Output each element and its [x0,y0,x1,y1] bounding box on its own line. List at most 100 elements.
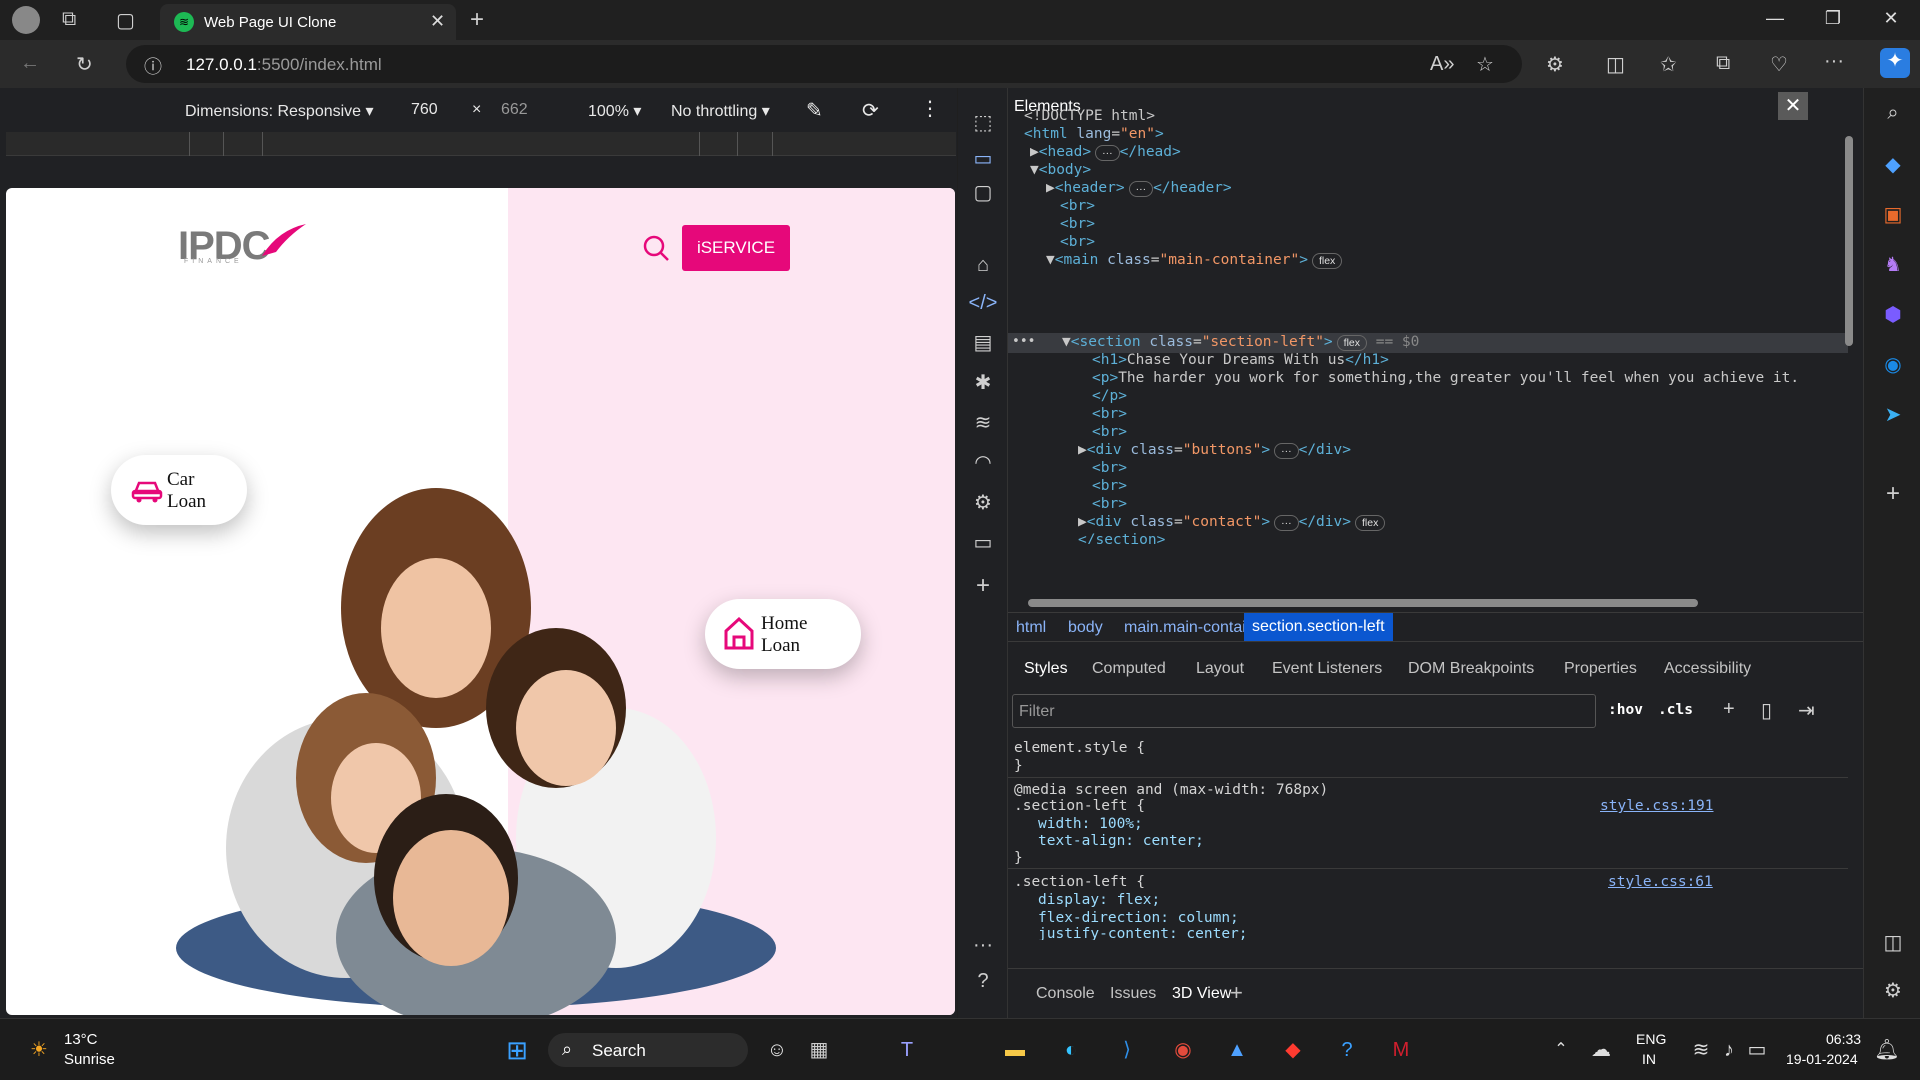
dom-contact-div[interactable]: ▶<div class="contact"> ··· </div> flex [1078,514,1386,531]
performance-icon[interactable]: ◠ [968,450,998,475]
rotate-icon[interactable]: ⟳ [862,98,879,123]
drawer-tab-3d-view[interactable]: 3D View [1172,985,1231,1003]
windows-start-icon[interactable]: ⊞ [500,1033,534,1067]
dom-body[interactable]: ▼<body> [1030,162,1091,178]
crumb-section[interactable]: section.section-left [1244,613,1393,641]
memory-chip-icon[interactable]: ⚙ [968,490,998,515]
dom-h1[interactable]: <h1>Chase Your Dreams With us</h1> [1092,352,1389,368]
dimensions-select[interactable]: Dimensions: Responsive ▾ [185,101,374,121]
css-element-style[interactable]: element.style { [1014,740,1145,756]
taskbar-explorer-icon[interactable]: ▬ [998,1033,1032,1067]
width-input[interactable]: 760 [411,101,438,119]
css-rule1-link[interactable]: style.css:191 [1600,798,1714,814]
tray-chevron-up-icon[interactable]: ⌃ [1544,1033,1578,1067]
dom-buttons-div[interactable]: ▶<div class="buttons"> ··· </div> [1078,442,1351,459]
css-rule2-link[interactable]: style.css:61 [1608,874,1713,890]
drawer-add-tab-icon[interactable]: + [1230,980,1243,1006]
tab-dom-breakpoints[interactable]: DOM Breakpoints [1408,660,1534,678]
css-prop-display[interactable]: display: flex; [1038,892,1160,908]
clock-date[interactable]: 19-01-2024 [1786,1051,1858,1067]
height-input[interactable]: 662 [501,101,528,119]
dom-br[interactable]: <br> [1060,216,1095,232]
css-rule2-selector[interactable]: .section-left { [1014,874,1145,890]
collections-icon[interactable]: ⧉ [1716,52,1730,75]
health-icon[interactable]: ♡ [1770,52,1788,77]
taskbar-files-icon[interactable]: ▦ [802,1033,836,1067]
close-devtools-icon[interactable]: ✕ [1778,92,1808,120]
tab-computed[interactable]: Computed [1092,660,1166,678]
sidebar-search-icon[interactable]: ⌕ [1878,102,1908,125]
dom-section-close[interactable]: </section> [1078,532,1165,544]
tab-close-icon[interactable]: ✕ [430,11,445,32]
node-options-icon[interactable]: ••• [1012,334,1035,349]
dom-br[interactable]: <br> [1092,460,1127,476]
taskbar-search-box[interactable]: ⌕ Search [548,1033,748,1067]
taskbar-teams-icon[interactable]: T [890,1033,924,1067]
sidebar-shopping-icon[interactable]: ◆ [1878,152,1908,177]
taskbar-edge-icon[interactable]: ◐ [1054,1033,1088,1067]
tray-onedrive-icon[interactable]: ☁ [1584,1033,1618,1067]
taskbar-chrome-icon[interactable]: ◉ [1166,1033,1200,1067]
css-prop-justify-content[interactable]: justify-content: center; [1038,926,1248,940]
site-info-icon[interactable]: ⓘ [144,53,162,79]
dom-header[interactable]: ▶<header> ··· </header> [1046,180,1232,197]
copilot-icon[interactable]: ✦ [1880,48,1910,78]
media-query-ruler[interactable] [6,132,956,156]
css-prop-width[interactable]: width: 100%; [1038,816,1143,832]
refresh-icon[interactable]: ↻ [76,52,93,77]
notification-bell-icon[interactable]: 🔔︎ [1870,1033,1904,1067]
dom-br[interactable]: <br> [1092,478,1127,494]
region-label[interactable]: IN [1642,1051,1656,1067]
toggle-sidebar-icon[interactable]: ⇥ [1798,698,1815,723]
drawer-tab-issues[interactable]: Issues [1110,985,1156,1003]
sidebar-games-icon[interactable]: ♞ [1878,252,1908,277]
zoom-select[interactable]: 100% ▾ [588,101,641,121]
read-aloud-icon[interactable]: A» [1430,53,1454,76]
tab-web-page-ui-clone[interactable]: ≋ Web Page UI Clone ✕ [160,4,456,40]
throttling-select[interactable]: No throttling ▾ [671,101,770,121]
styles-filter-input[interactable]: Filter [1012,694,1596,728]
dom-br[interactable]: <br> [1092,496,1127,512]
dom-head[interactable]: ▶<head> ··· </head> [1030,144,1181,161]
tab-layout[interactable]: Layout [1196,660,1244,678]
dom-section-left[interactable]: ▼<section class="section-left"> flex == $… [1062,334,1419,351]
workspaces-icon[interactable]: ⧉ [62,8,76,31]
more-menu-icon[interactable]: ··· [1824,50,1844,73]
home-loan-card[interactable]: Home Loan [705,599,861,669]
taskbar-mcafee-icon[interactable]: M [1384,1033,1418,1067]
sidebar-add-icon[interactable]: + [1878,480,1908,508]
clock-time[interactable]: 06:33 [1826,1031,1861,1047]
sidebar-m365-icon[interactable]: ⬢ [1878,302,1908,327]
tab-event-listeners[interactable]: Event Listeners [1272,660,1382,678]
welcome-home-icon[interactable]: ⌂ [968,254,998,277]
dom-main[interactable]: ▼<main class="main-container"> flex [1046,252,1343,269]
sidebar-send-icon[interactable]: ➤ [1878,402,1908,427]
debugger-bug-icon[interactable]: ✱ [968,370,998,395]
device-toggle-icon[interactable]: ▭ [968,146,998,171]
crumb-body[interactable]: body [1068,619,1103,637]
extensions-icon[interactable]: ⚙ [1546,52,1564,77]
split-screen-icon[interactable]: ◫ [1606,52,1625,77]
crumb-html[interactable]: html [1016,619,1046,637]
css-prop-flex-direction[interactable]: flex-direction: column; [1038,910,1239,926]
tab-actions-icon[interactable]: ▢ [116,8,135,33]
help-icon[interactable]: ? [968,970,998,993]
taskbar-help-icon[interactable]: ? [1330,1033,1364,1067]
css-rule1-selector[interactable]: .section-left { [1014,798,1145,814]
horizontal-scrollbar[interactable] [1028,599,1698,607]
profile-avatar[interactable] [12,6,40,34]
dom-p-close[interactable]: </p> [1092,388,1127,404]
battery-icon[interactable]: ▭ [1740,1033,1774,1067]
dom-doctype[interactable]: <!DOCTYPE html> [1024,108,1155,124]
sensors-icon[interactable]: ✎ [806,98,823,123]
minimize-icon[interactable]: — [1760,8,1790,29]
dom-br[interactable]: <br> [1060,234,1095,250]
taskbar-office-icon[interactable]: ◆ [1276,1033,1310,1067]
back-icon[interactable]: ← [20,52,40,75]
css-media-query[interactable]: @media screen and (max-width: 768px) [1014,782,1328,798]
new-tab-icon[interactable]: + [470,6,484,34]
close-window-icon[interactable]: ✕ [1876,8,1906,29]
car-loan-card[interactable]: Car Loan [111,455,247,525]
sidebar-tools-icon[interactable]: ▣ [1878,202,1908,227]
dom-html[interactable]: <html lang="en"> [1024,126,1164,142]
